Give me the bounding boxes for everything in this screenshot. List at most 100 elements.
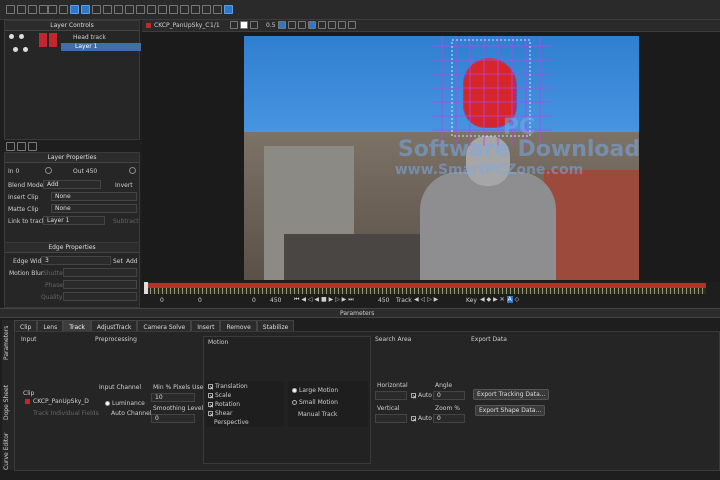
translation-check-icon[interactable]: ✕ bbox=[208, 384, 214, 392]
bezier-icon[interactable] bbox=[114, 5, 123, 14]
key-add-icon[interactable]: ◆ bbox=[487, 296, 492, 303]
large-motion-radio[interactable]: Large Motion bbox=[292, 387, 338, 394]
vertical-auto-check-icon[interactable]: ✕ bbox=[411, 416, 417, 424]
stabilize-view-icon[interactable] bbox=[338, 21, 346, 29]
side-tab-curve-editor[interactable]: Curve Editor bbox=[3, 433, 10, 470]
shear-checkbox[interactable]: ✕Shear bbox=[208, 410, 232, 419]
trace-icon[interactable] bbox=[328, 21, 336, 29]
scale-checkbox[interactable]: ✕Scale bbox=[208, 392, 231, 401]
export-icon[interactable] bbox=[39, 5, 48, 14]
layer-row-layer-1[interactable]: Layer 1 bbox=[61, 43, 141, 51]
horizontal-input[interactable] bbox=[375, 391, 407, 400]
video-frame[interactable]: PC Software Download www.SmartPCZone.com bbox=[244, 36, 639, 280]
vertical-input[interactable] bbox=[375, 414, 407, 423]
track-step-back-icon[interactable]: ◁ bbox=[421, 296, 426, 303]
prev-key-icon[interactable]: ◀ bbox=[301, 296, 306, 303]
edge-width-input[interactable]: 3 bbox=[41, 256, 111, 265]
shear-check-icon[interactable]: ✕ bbox=[208, 411, 214, 419]
crosshair-icon[interactable] bbox=[213, 5, 222, 14]
zoom-select[interactable]: 1/1 bbox=[210, 22, 220, 29]
link-icon[interactable] bbox=[180, 5, 189, 14]
duplicate-layer-icon[interactable] bbox=[17, 142, 26, 151]
track-individual-fields[interactable]: Track Individual Fields bbox=[33, 410, 99, 417]
track-fwd-icon[interactable]: ▶ bbox=[434, 296, 439, 303]
prev-frame-icon[interactable]: ◁ bbox=[308, 296, 313, 303]
small-motion-radio-icon[interactable] bbox=[292, 400, 297, 405]
shutter-input[interactable] bbox=[63, 268, 137, 277]
color-swatch-icon[interactable] bbox=[39, 33, 47, 47]
color-swatch-2-icon[interactable] bbox=[49, 33, 57, 47]
side-tab-parameters[interactable]: Parameters bbox=[3, 326, 10, 360]
export-tracking-button[interactable]: Export Tracking Data... bbox=[473, 389, 550, 400]
add-button[interactable]: Add bbox=[126, 258, 138, 265]
redo-icon[interactable] bbox=[59, 5, 68, 14]
side-tab-dope-sheet[interactable]: Dope Sheet bbox=[3, 385, 10, 420]
expand-icon[interactable] bbox=[28, 142, 37, 151]
quality-input[interactable] bbox=[63, 292, 137, 301]
matte-clip-select[interactable]: None bbox=[51, 204, 137, 213]
mask-icon[interactable] bbox=[278, 21, 286, 29]
lock-icon[interactable] bbox=[23, 47, 28, 52]
insert-clip-select[interactable]: None bbox=[51, 192, 137, 201]
lens-view-icon[interactable] bbox=[348, 21, 356, 29]
zoom-input[interactable]: 0 bbox=[433, 414, 465, 423]
save-icon[interactable] bbox=[28, 5, 37, 14]
lock-icon[interactable] bbox=[19, 34, 24, 39]
angle-input[interactable]: 0 bbox=[433, 391, 465, 400]
playhead-marker[interactable] bbox=[144, 282, 148, 294]
hand-icon[interactable] bbox=[92, 5, 101, 14]
surface-view-icon[interactable] bbox=[308, 21, 316, 29]
rotation-checkbox[interactable]: ✕Rotation bbox=[208, 401, 240, 410]
key-next-icon[interactable]: ▶ bbox=[493, 296, 498, 303]
play-icon[interactable]: ▶ bbox=[329, 296, 334, 303]
out-set-icon[interactable] bbox=[129, 167, 136, 174]
pointer-icon[interactable] bbox=[70, 5, 79, 14]
current-frame[interactable]: 0 bbox=[252, 297, 256, 304]
grid-icon[interactable] bbox=[250, 21, 258, 29]
set-button[interactable]: Set bbox=[113, 258, 123, 265]
next-key-icon[interactable]: ▶ bbox=[342, 296, 347, 303]
go-end-icon[interactable]: ⏭ bbox=[348, 296, 353, 303]
autokey-icon[interactable]: A bbox=[506, 296, 513, 303]
matte-icon[interactable] bbox=[288, 21, 296, 29]
translation-checkbox[interactable]: ✕Translation bbox=[208, 383, 248, 392]
in-point-value[interactable]: 0 bbox=[198, 297, 202, 304]
key-delete-icon[interactable]: ✕ bbox=[500, 296, 505, 303]
link-to-track-select[interactable]: Layer 1 bbox=[43, 216, 105, 225]
phase-input[interactable] bbox=[63, 280, 137, 289]
spline-select-icon[interactable] bbox=[81, 5, 90, 14]
add-layer-icon[interactable] bbox=[6, 142, 15, 151]
timeline-ruler[interactable] bbox=[146, 288, 706, 294]
out-point-value[interactable]: 450 bbox=[270, 297, 281, 304]
invert-label[interactable]: Invert bbox=[115, 182, 133, 189]
fit-icon[interactable] bbox=[230, 21, 238, 29]
opacity-value[interactable]: 0.5 bbox=[266, 22, 276, 29]
plane-view-icon[interactable] bbox=[318, 21, 326, 29]
clip-select[interactable]: CKCP_PanUpSky_C bbox=[154, 22, 209, 29]
undo-icon[interactable] bbox=[48, 5, 57, 14]
luminance-radio[interactable]: Luminance bbox=[105, 400, 145, 407]
track-back-icon[interactable]: ◀ bbox=[414, 296, 419, 303]
next-frame-icon[interactable]: ▷ bbox=[335, 296, 340, 303]
play-back-icon[interactable]: ◀ bbox=[314, 296, 319, 303]
manual-track-radio[interactable]: Manual Track bbox=[298, 411, 337, 418]
key-prev-icon[interactable]: ◀ bbox=[480, 296, 485, 303]
overlay-icon[interactable] bbox=[240, 21, 248, 29]
surface-icon[interactable] bbox=[224, 5, 233, 14]
brush-icon[interactable] bbox=[169, 5, 178, 14]
layer-row-head-track[interactable]: Head track bbox=[5, 33, 139, 47]
vertical-auto-checkbox[interactable]: ✕Auto bbox=[411, 415, 432, 424]
rectangle-icon[interactable] bbox=[147, 5, 156, 14]
auto-channel-label[interactable]: Auto Channel bbox=[111, 410, 151, 417]
smoothing-input[interactable]: 0 bbox=[151, 414, 195, 423]
magnetic-icon[interactable] bbox=[136, 5, 145, 14]
rotation-check-icon[interactable]: ✕ bbox=[208, 402, 214, 410]
subtract-label[interactable]: Subtract bbox=[113, 218, 139, 225]
blend-mode-select[interactable]: Add bbox=[43, 180, 101, 189]
key-all-icon[interactable]: ◇ bbox=[515, 296, 520, 303]
large-motion-radio-icon[interactable] bbox=[292, 388, 297, 393]
xspline-icon[interactable] bbox=[125, 5, 134, 14]
horizontal-auto-checkbox[interactable]: ✕Auto bbox=[411, 392, 432, 401]
transform-icon[interactable] bbox=[202, 5, 211, 14]
in-set-icon[interactable] bbox=[45, 167, 52, 174]
